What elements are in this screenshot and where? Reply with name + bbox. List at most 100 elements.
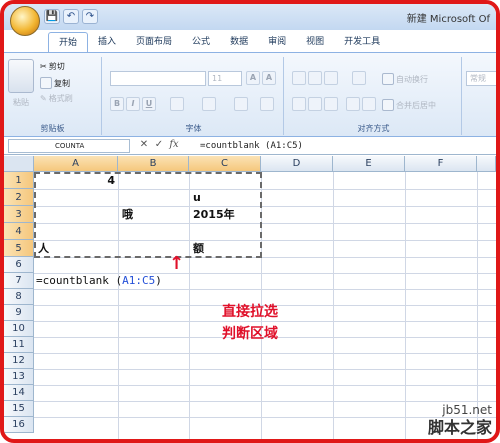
row-header-10[interactable]: 10 bbox=[4, 321, 34, 337]
watermark-name: 脚本之家 bbox=[427, 418, 492, 437]
grow-font-button[interactable]: A bbox=[246, 71, 260, 85]
orientation-icon[interactable] bbox=[352, 71, 366, 85]
underline-button[interactable]: U bbox=[142, 97, 156, 111]
scissors-icon: ✂ bbox=[40, 62, 47, 71]
row-header-1[interactable]: 1 bbox=[4, 172, 34, 189]
merge-label: 合并后居中 bbox=[396, 100, 436, 110]
alignment-group: 自动换行 合并后居中 对齐方式 bbox=[286, 57, 462, 135]
annotation-line-1: 直接拉选 bbox=[222, 304, 278, 320]
tab-page-layout[interactable]: 页面布局 bbox=[126, 32, 182, 52]
insert-function-icon[interactable]: fx bbox=[168, 139, 180, 150]
office-button[interactable] bbox=[10, 6, 40, 36]
row-header-13[interactable]: 13 bbox=[4, 369, 34, 385]
cut-label: 剪切 bbox=[48, 62, 65, 71]
cell-a7-formula[interactable]: =countblank (A1:C5) bbox=[36, 273, 162, 289]
merge-center-button[interactable]: 合并后居中 bbox=[382, 99, 436, 111]
window-title: 新建 Microsoft Of bbox=[406, 14, 490, 25]
brush-icon: ✎ bbox=[40, 94, 47, 103]
formula-prefix: =countblank ( bbox=[36, 274, 123, 287]
formula-input[interactable]: =countblank (A1:C5) bbox=[200, 139, 303, 153]
fill-color-icon[interactable] bbox=[202, 97, 216, 111]
wrap-text-button[interactable]: 自动换行 bbox=[382, 73, 428, 85]
number-format-combo[interactable]: 常规 bbox=[466, 71, 496, 86]
format-painter-button[interactable]: ✎ 格式刷 bbox=[40, 93, 73, 104]
copy-label: 复制 bbox=[54, 78, 70, 88]
align-bottom-icon[interactable] bbox=[324, 71, 338, 85]
tab-insert[interactable]: 插入 bbox=[88, 32, 126, 52]
watermark-site: jb51.net bbox=[442, 403, 492, 417]
increase-indent-icon[interactable] bbox=[362, 97, 376, 111]
row-header-7[interactable]: 7 bbox=[4, 273, 34, 289]
column-header-a[interactable]: A bbox=[34, 156, 118, 172]
formula-bar: COUNTA ✕ ✓ fx =countblank (A1:C5) bbox=[4, 138, 496, 155]
enter-icon[interactable]: ✓ bbox=[153, 139, 165, 150]
row-header-6[interactable]: 6 bbox=[4, 257, 34, 273]
tab-data[interactable]: 数据 bbox=[220, 32, 258, 52]
align-middle-icon[interactable] bbox=[308, 71, 322, 85]
clipboard-group-label: 剪贴板 bbox=[40, 124, 65, 133]
cancel-icon[interactable]: ✕ bbox=[138, 139, 150, 150]
red-arrow-icon: ↑ bbox=[169, 253, 185, 274]
range-selection-marquee bbox=[34, 172, 262, 258]
grid-line bbox=[34, 417, 496, 418]
column-header-d[interactable]: D bbox=[261, 156, 333, 172]
formula-buttons: ✕ ✓ fx bbox=[138, 139, 180, 150]
wrap-text-icon bbox=[382, 73, 394, 85]
undo-button[interactable]: ↶ bbox=[63, 9, 79, 24]
shrink-font-button[interactable]: A bbox=[262, 71, 276, 85]
column-header-e[interactable]: E bbox=[333, 156, 405, 172]
align-top-icon[interactable] bbox=[292, 71, 306, 85]
grid-line bbox=[405, 172, 406, 439]
save-button[interactable]: 💾 bbox=[44, 9, 60, 24]
name-box[interactable]: COUNTA bbox=[8, 139, 130, 153]
align-left-icon[interactable] bbox=[292, 97, 306, 111]
row-header-14[interactable]: 14 bbox=[4, 385, 34, 401]
bold-button[interactable]: B bbox=[110, 97, 124, 111]
format-painter-label: 格式刷 bbox=[48, 94, 73, 103]
italic-button[interactable]: I bbox=[126, 97, 140, 111]
alignment-group-label: 对齐方式 bbox=[357, 124, 390, 133]
title-bar: 💾 ↶ ↷ 新建 Microsoft Of bbox=[4, 4, 496, 36]
align-right-icon[interactable] bbox=[324, 97, 338, 111]
number-group: 常规 bbox=[464, 57, 496, 135]
row-header-3[interactable]: 3 bbox=[4, 206, 34, 223]
paste-button[interactable]: 粘贴 bbox=[8, 97, 34, 108]
phonetic-icon[interactable] bbox=[260, 97, 274, 111]
row-header-15[interactable]: 15 bbox=[4, 401, 34, 417]
tab-view[interactable]: 视图 bbox=[296, 32, 334, 52]
align-center-icon[interactable] bbox=[308, 97, 322, 111]
row-header-12[interactable]: 12 bbox=[4, 353, 34, 369]
row-header-8[interactable]: 8 bbox=[4, 289, 34, 305]
grid-line bbox=[34, 401, 496, 402]
column-header-f[interactable]: F bbox=[405, 156, 477, 172]
cut-button[interactable]: ✂ 剪切 bbox=[40, 61, 65, 72]
row-header-16[interactable]: 16 bbox=[4, 417, 34, 433]
tab-developer[interactable]: 开发工具 bbox=[334, 32, 390, 52]
tab-formulas[interactable]: 公式 bbox=[182, 32, 220, 52]
watermark: jb51.net 脚本之家 bbox=[428, 401, 492, 437]
paste-icon[interactable] bbox=[8, 59, 34, 93]
font-color-icon[interactable] bbox=[234, 97, 248, 111]
column-header-c[interactable]: C bbox=[189, 156, 261, 172]
copy-icon bbox=[40, 77, 52, 89]
quick-access-toolbar: 💾 ↶ ↷ bbox=[44, 9, 98, 24]
copy-button[interactable]: 复制 bbox=[40, 77, 70, 89]
font-name-combo[interactable] bbox=[110, 71, 206, 86]
merge-icon bbox=[382, 99, 394, 111]
row-header-4[interactable]: 4 bbox=[4, 223, 34, 240]
redo-button[interactable]: ↷ bbox=[82, 9, 98, 24]
decrease-indent-icon[interactable] bbox=[346, 97, 360, 111]
row-header-9[interactable]: 9 bbox=[4, 305, 34, 321]
tab-review[interactable]: 审阅 bbox=[258, 32, 296, 52]
column-header-g[interactable] bbox=[477, 156, 496, 172]
grid-line bbox=[34, 353, 496, 354]
row-header-5[interactable]: 5 bbox=[4, 240, 34, 257]
font-size-combo[interactable]: 11 bbox=[208, 71, 242, 86]
border-icon[interactable] bbox=[170, 97, 184, 111]
row-header-11[interactable]: 11 bbox=[4, 337, 34, 353]
select-all-corner[interactable] bbox=[4, 156, 34, 172]
ribbon-tabs: 开始 插入 页面布局 公式 数据 审阅 视图 开发工具 bbox=[48, 32, 390, 52]
row-header-2[interactable]: 2 bbox=[4, 189, 34, 206]
tab-home[interactable]: 开始 bbox=[48, 32, 89, 52]
column-header-b[interactable]: B bbox=[118, 156, 189, 172]
